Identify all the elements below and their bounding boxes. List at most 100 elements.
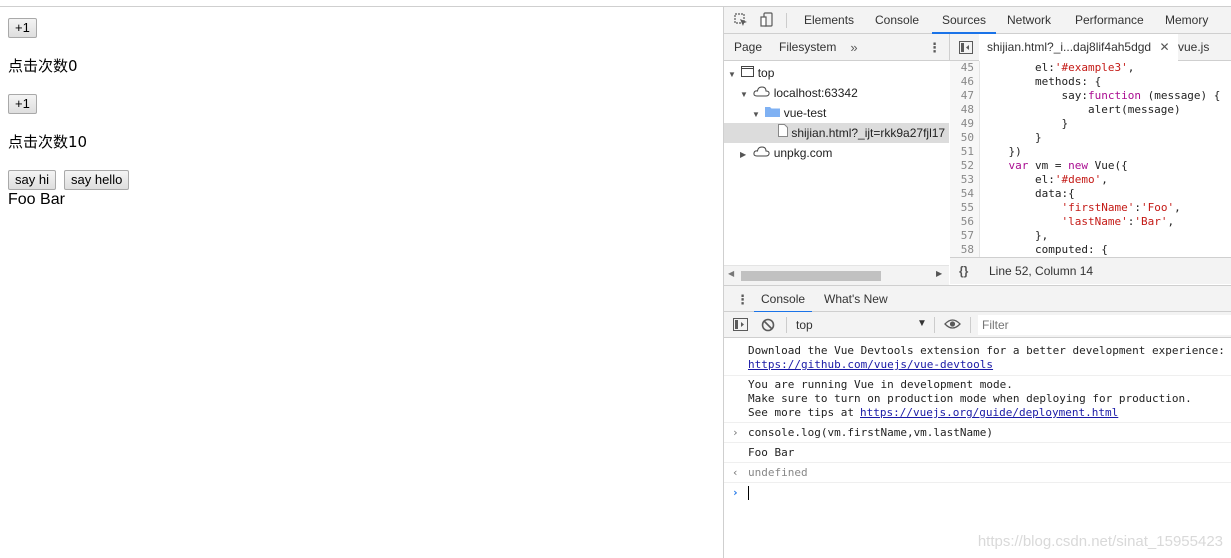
collapse-arrow-icon[interactable]: ▶	[740, 145, 750, 165]
tab-console[interactable]: Console	[875, 7, 919, 34]
increment-button-2[interactable]: +1	[8, 94, 37, 114]
file-icon	[778, 124, 788, 140]
code-text: 'lastName':'Bar',	[1061, 215, 1175, 228]
say-hello-button[interactable]: say hello	[64, 170, 130, 190]
tab-elements[interactable]: Elements	[804, 7, 854, 34]
tree-horizontal-scrollbar[interactable]: ◀ ▶	[724, 265, 949, 285]
context-dropdown-icon[interactable]: ▼	[917, 318, 927, 329]
tree-item-shijian-html[interactable]: shijian.html?_ijt=rkk9a27fjl17	[724, 123, 949, 143]
log-output-text: Foo Bar	[748, 446, 795, 459]
sources-toolbar: Page Filesystem » ⋮ shijian.html?_i...da…	[724, 34, 1231, 61]
code-text: var vm = new Vue({	[1008, 159, 1128, 172]
code-text: computed: {	[982, 243, 1108, 256]
code-line: 55 'firstName':'Foo',	[950, 201, 1181, 215]
line-number[interactable]: 54	[950, 187, 978, 201]
scroll-left-icon[interactable]: ◀	[728, 269, 734, 278]
expand-arrow-icon[interactable]: ▼	[752, 105, 762, 125]
message-text: See more tips at	[748, 406, 861, 419]
toggle-navigator-icon[interactable]	[958, 41, 974, 57]
line-number[interactable]: 47	[950, 89, 978, 103]
device-toolbar-icon[interactable]	[759, 12, 775, 31]
console-input-entry: › console.log(vm.firstName,vm.lastName)	[724, 423, 1231, 443]
pane-divider	[949, 34, 950, 61]
file-tab-shijian-label: shijian.html?_i...daj8lif4ah5dgd	[987, 40, 1152, 54]
line-number[interactable]: 57	[950, 229, 978, 243]
code-line: 51 })	[950, 145, 1022, 159]
code-line: 46 methods: {	[950, 75, 1101, 89]
console-toolbar: top ▼	[724, 312, 1231, 338]
line-number[interactable]: 56	[950, 215, 978, 229]
code-line: 58 computed: {	[950, 243, 1108, 257]
result-arrow-icon: ‹	[732, 466, 739, 479]
scroll-right-icon[interactable]: ▶	[936, 269, 942, 278]
tab-drawer-console[interactable]: Console	[754, 286, 813, 313]
clear-console-icon[interactable]	[761, 318, 775, 335]
code-line: 49 }	[950, 117, 1068, 131]
line-number[interactable]: 51	[950, 145, 978, 159]
return-value-text: undefined	[748, 466, 808, 479]
line-number[interactable]: 53	[950, 173, 978, 187]
pretty-print-icon[interactable]: {}	[959, 258, 968, 284]
cloud-icon	[753, 86, 770, 100]
code-text: })	[982, 145, 1022, 158]
code-text: el:'#example3',	[982, 61, 1135, 74]
line-number[interactable]: 45	[950, 61, 978, 75]
expand-arrow-icon[interactable]: ▼	[728, 65, 738, 85]
tab-network[interactable]: Network	[1007, 7, 1051, 34]
tree-item-top[interactable]: ▼ top	[728, 63, 774, 83]
tree-item-vue-test[interactable]: ▼ vue-test	[752, 103, 826, 123]
line-number[interactable]: 55	[950, 201, 978, 215]
console-filter-input[interactable]	[978, 315, 1231, 335]
scrollbar-thumb[interactable]	[741, 271, 881, 281]
context-selector[interactable]: top	[796, 317, 813, 333]
console-prompt[interactable]: ›	[724, 483, 1231, 503]
code-line: 53 el:'#demo',	[950, 173, 1108, 187]
line-number[interactable]: 58	[950, 243, 978, 257]
toolbar-divider	[970, 317, 971, 333]
message-text: You are running Vue in development mode.	[748, 378, 1013, 391]
tree-item-unpkg[interactable]: ▶ unpkg.com	[740, 143, 832, 163]
message-text: Download the Vue Devtools extension for …	[748, 344, 1225, 357]
file-tab-shijian[interactable]: shijian.html?_i...daj8lif4ah5dgd ✕	[979, 34, 1178, 61]
file-tab-vue[interactable]: vue.js	[1178, 34, 1209, 61]
code-text: methods: {	[982, 75, 1102, 88]
drawer-menu-icon[interactable]: ⋮	[736, 293, 749, 307]
console-message-dev-mode: You are running Vue in development mode.…	[724, 376, 1231, 423]
tab-filesystem[interactable]: Filesystem	[779, 34, 836, 61]
expand-arrow-icon[interactable]: ▼	[740, 85, 750, 105]
drawer-toolbar: ⋮ Console What's New	[724, 285, 1231, 313]
devtools-panel: Elements Console Sources Network Perform…	[723, 7, 1231, 558]
say-hi-button[interactable]: say hi	[8, 170, 56, 190]
tree-item-label: localhost:63342	[773, 86, 858, 100]
show-sidebar-icon[interactable]	[732, 318, 748, 334]
tab-sources[interactable]: Sources	[932, 7, 997, 34]
code-text: el:'#demo',	[982, 173, 1108, 186]
eye-icon[interactable]	[943, 318, 961, 333]
code-line: 50 }	[950, 131, 1042, 145]
more-tabs-icon[interactable]: »	[848, 41, 860, 55]
more-options-icon[interactable]: ⋮	[928, 41, 941, 55]
tab-whats-new[interactable]: What's New	[824, 286, 888, 313]
entered-command: console.log(vm.firstName,vm.lastName)	[748, 426, 994, 439]
code-text: 'firstName':'Foo',	[1061, 201, 1181, 214]
line-number[interactable]: 50	[950, 131, 978, 145]
cursor-position: Line 52, Column 14	[989, 264, 1094, 278]
code-line: 56 'lastName':'Bar',	[950, 215, 1174, 229]
line-number[interactable]: 52	[950, 159, 978, 173]
line-number[interactable]: 49	[950, 117, 978, 131]
console-message-devtools: Download the Vue Devtools extension for …	[724, 342, 1231, 376]
vue-devtools-link[interactable]: https://github.com/vuejs/vue-devtools	[748, 358, 993, 372]
code-editor[interactable]: 45 el:'#example3', 46 methods: {47 say:fu…	[950, 61, 1231, 257]
line-number[interactable]: 48	[950, 103, 978, 117]
inspect-element-icon[interactable]	[733, 13, 749, 30]
vue-deployment-link[interactable]: https://vuejs.org/guide/deployment.html	[860, 406, 1118, 420]
increment-button-1[interactable]: +1	[8, 18, 37, 38]
line-number[interactable]: 46	[950, 75, 978, 89]
close-tab-icon[interactable]: ✕	[1159, 40, 1169, 54]
tree-item-localhost[interactable]: ▼ localhost:63342	[740, 83, 858, 103]
tab-page[interactable]: Page	[734, 34, 762, 61]
tab-performance[interactable]: Performance	[1075, 7, 1144, 34]
file-tree: ▼ top ▼ localhost:63342 ▼ vue-test shiji…	[724, 61, 949, 261]
code-text: alert(message)	[982, 103, 1181, 116]
tab-memory[interactable]: Memory	[1165, 7, 1208, 34]
